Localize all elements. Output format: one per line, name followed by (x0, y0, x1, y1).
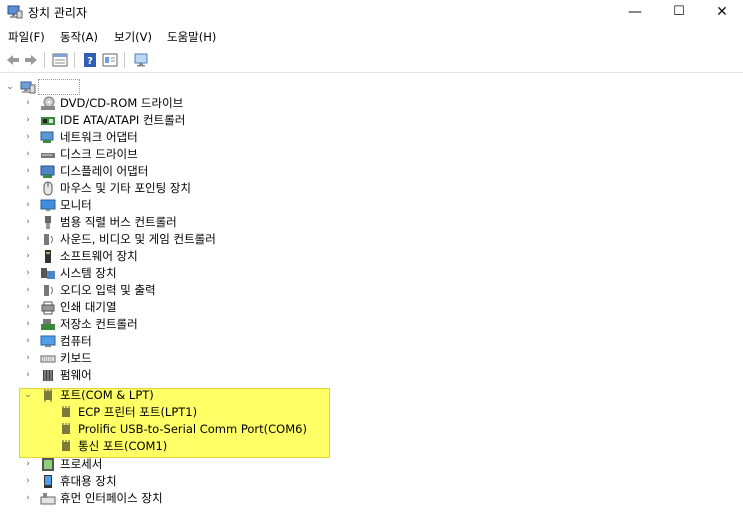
toolbar-separator (44, 52, 45, 68)
display-adapter-icon (40, 165, 55, 178)
hid-icon (40, 493, 56, 505)
tree-item-label: Prolific USB-to-Serial Comm Port(COM6) (78, 422, 307, 436)
portable-device-icon (44, 475, 52, 488)
expand-chevron-icon[interactable]: › (23, 163, 33, 180)
expand-chevron-icon[interactable]: › (23, 95, 33, 112)
tree-item-label: 소프트웨어 장치 (60, 249, 138, 263)
minimize-button[interactable]: — (612, 0, 658, 24)
disk-drive-icon (41, 153, 55, 158)
processor-icon (42, 458, 54, 471)
monitor-icon (40, 199, 56, 211)
speaker-icon (44, 234, 53, 245)
usb-icon (45, 216, 51, 229)
expand-chevron-icon[interactable]: › (23, 129, 33, 146)
computer-root-icon (20, 81, 36, 94)
forward-arrow-icon[interactable] (23, 52, 39, 68)
tree-item-label: 컴퓨터 (60, 334, 92, 348)
expand-chevron-icon[interactable]: › (23, 350, 33, 367)
collapse-chevron-icon[interactable]: ⌄ (23, 387, 33, 404)
tree-item-label: 통신 포트(COM1) (78, 439, 168, 453)
menu-file[interactable]: 파일(F) (8, 29, 45, 45)
expand-chevron-icon[interactable]: › (23, 231, 33, 248)
system-device-icon (41, 268, 55, 279)
tree-item-label: 저장소 컨트롤러 (60, 317, 138, 331)
toolbar: ? (0, 48, 743, 73)
audio-icon (44, 285, 53, 296)
properties-icon[interactable] (52, 52, 68, 68)
device-manager-app-icon (7, 5, 23, 19)
port-icon (62, 423, 70, 434)
mouse-icon (43, 181, 53, 196)
tree-item-label: 휴먼 인터페이스 장치 (60, 491, 163, 505)
tree-item-label: 펌웨어 (60, 368, 92, 382)
tree-root[interactable]: ⌄ (0, 79, 200, 96)
maximize-button[interactable]: ☐ (656, 0, 702, 24)
tree-item-label: 오디오 입력 및 출력 (60, 283, 156, 297)
expand-chevron-icon[interactable]: › (23, 146, 33, 163)
tree-item-label: 마우스 및 기타 포인팅 장치 (60, 181, 192, 195)
firmware-icon (43, 370, 53, 381)
title-bar: 장치 관리자 — ☐ ✕ (0, 0, 743, 24)
toolbar-separator (124, 52, 125, 68)
tree-item-label: 인쇄 대기열 (60, 300, 117, 314)
port-icon (44, 389, 52, 402)
collapse-chevron-icon[interactable]: ⌄ (5, 79, 15, 96)
expand-chevron-icon[interactable]: › (23, 316, 33, 333)
tree-item-label: 디스크 드라이브 (60, 147, 138, 161)
printer-icon (41, 301, 55, 315)
software-device-icon (45, 250, 51, 263)
ide-controller-icon (41, 117, 55, 125)
expand-chevron-icon[interactable]: › (23, 490, 33, 507)
tree-item-label: ECP 프린터 포트(LPT1) (78, 405, 198, 419)
tree-item-label: 시스템 장치 (60, 266, 117, 280)
tree-item-label: 사운드, 비디오 및 게임 컨트롤러 (60, 232, 216, 246)
tree-item-label: 모니터 (60, 198, 92, 212)
toolbar-separator (74, 52, 75, 68)
tree-item-label: IDE ATA/ATAPI 컨트롤러 (60, 113, 186, 127)
tree-item-label: 포트(COM & LPT) (60, 388, 154, 402)
expand-chevron-icon[interactable]: › (23, 299, 33, 316)
window-title: 장치 관리자 (28, 6, 88, 20)
computer-icon (40, 335, 56, 347)
menu-help[interactable]: 도움말(H) (167, 29, 216, 45)
details-icon[interactable] (102, 52, 118, 68)
expand-chevron-icon[interactable]: › (23, 456, 33, 473)
expand-chevron-icon[interactable]: › (23, 333, 33, 350)
tree-item-label: 휴대용 장치 (60, 474, 117, 488)
expand-chevron-icon[interactable]: › (23, 214, 33, 231)
help-icon[interactable]: ? (82, 52, 98, 68)
close-button[interactable]: ✕ (699, 0, 743, 24)
expand-chevron-icon[interactable]: › (23, 367, 33, 384)
expand-chevron-icon[interactable]: › (23, 282, 33, 299)
expand-chevron-icon[interactable]: › (23, 248, 33, 265)
svg-text:?: ? (87, 56, 93, 67)
port-icon (62, 440, 70, 451)
tree-item-label: 키보드 (60, 351, 92, 365)
back-arrow-icon[interactable] (5, 52, 21, 68)
expand-chevron-icon[interactable]: › (23, 112, 33, 129)
tree-item-label: 범용 직렬 버스 컨트롤러 (60, 215, 177, 229)
tree-item-label: 네트워크 어댑터 (60, 130, 138, 144)
network-adapter-icon (40, 131, 54, 143)
root-computer-name (38, 79, 80, 95)
expand-chevron-icon[interactable]: › (23, 473, 33, 490)
dvd-drive-icon (41, 96, 55, 110)
expand-chevron-icon[interactable]: › (23, 197, 33, 214)
menu-bar: 파일(F) 동작(A) 보기(V) 도움말(H) (0, 26, 743, 46)
menu-view[interactable]: 보기(V) (114, 29, 152, 45)
port-icon (62, 406, 70, 417)
expand-chevron-icon[interactable]: › (23, 180, 33, 197)
tree-item-label: 프로세서 (60, 457, 103, 471)
expand-chevron-icon[interactable]: › (23, 265, 33, 282)
storage-controller-icon (41, 319, 55, 330)
scan-hardware-icon[interactable] (134, 52, 150, 68)
menu-action[interactable]: 동작(A) (60, 29, 98, 45)
device-tree: ⌄ › DVD/CD-ROM 드라이브 › IDE ATA/ATAPI 컨트롤러… (0, 76, 743, 517)
tree-item-label: DVD/CD-ROM 드라이브 (60, 96, 184, 110)
tree-item-label: 디스플레이 어댑터 (60, 164, 149, 178)
keyboard-icon (40, 355, 56, 363)
